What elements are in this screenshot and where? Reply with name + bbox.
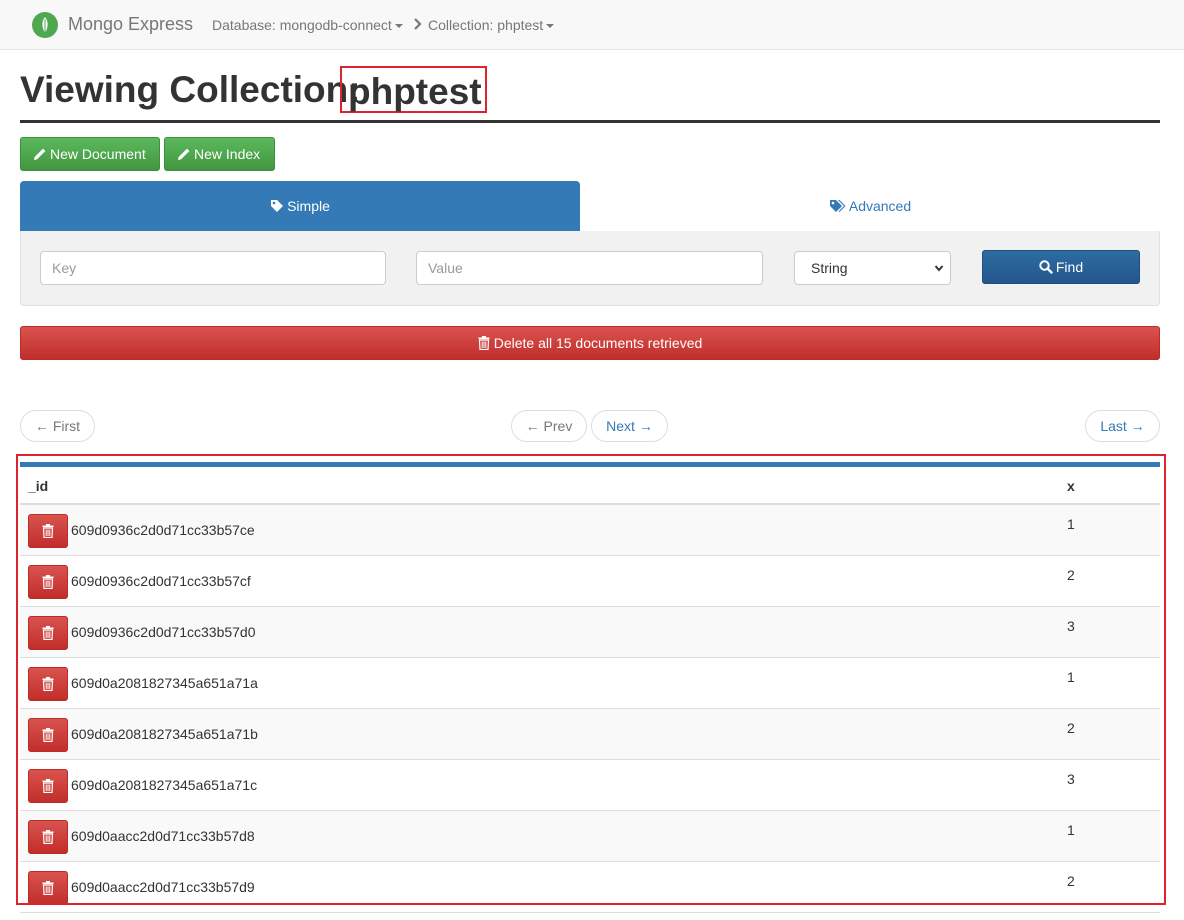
- documents-table: _id x 609d0936c2d0d71cc33b57ce 1 609d0936c…: [20, 462, 1160, 920]
- new-index-button[interactable]: New Index: [164, 137, 275, 171]
- trash-icon: [42, 677, 54, 691]
- delete-document-button[interactable]: [28, 667, 68, 701]
- chevron-down-icon: [934, 265, 944, 272]
- collection-name-highlighted: phptest: [340, 66, 487, 113]
- document-x-value: 2: [1067, 873, 1075, 889]
- trash-icon: [42, 779, 54, 793]
- pager-next[interactable]: Next →: [591, 410, 668, 442]
- column-header-id[interactable]: _id: [28, 478, 48, 494]
- trash-icon: [42, 830, 54, 844]
- type-select[interactable]: String: [794, 251, 951, 285]
- delete-all-label: Delete all 15 documents retrieved: [493, 335, 703, 351]
- delete-document-button[interactable]: [28, 871, 68, 905]
- new-document-button[interactable]: New Document: [20, 137, 160, 171]
- type-select-value: String: [811, 260, 848, 276]
- new-document-label: New Document: [50, 146, 146, 162]
- collection-dropdown[interactable]: Collection: phptest: [428, 17, 555, 33]
- pencil-icon: [178, 148, 190, 160]
- tag-icon: [271, 200, 284, 212]
- document-id[interactable]: 609d0aacc2d0d71cc33b57d9: [71, 879, 255, 895]
- trash-icon: [42, 626, 54, 640]
- delete-document-button[interactable]: [28, 565, 68, 599]
- tab-advanced-label: Advanced: [848, 198, 912, 214]
- trash-icon: [42, 728, 54, 742]
- document-x-value: 1: [1067, 669, 1075, 685]
- delete-document-button[interactable]: [28, 718, 68, 752]
- table-row[interactable]: 609d0aacc2d0d71cc33b57d8 1: [20, 811, 1160, 862]
- table-row[interactable]: 609d0a2081827345a651a71b 2: [20, 709, 1160, 760]
- navbar: Mongo Express Database: mongodb-connect …: [0, 0, 1184, 50]
- table-row[interactable]: 609d0936c2d0d71cc33b57cf 2: [20, 556, 1160, 607]
- document-id[interactable]: 609d0a2081827345a651a71a: [71, 675, 258, 691]
- delete-document-button[interactable]: [28, 514, 68, 548]
- document-x-value: 1: [1067, 516, 1075, 532]
- page-header: Viewing Collection: phptest: [20, 66, 1160, 123]
- document-x-value: 3: [1067, 771, 1075, 787]
- pager-last[interactable]: Last →: [1085, 410, 1160, 442]
- table-row[interactable]: 609d0a2081827345a651a71c 3: [20, 760, 1160, 811]
- table-row[interactable]: 609d0936c2d0d71cc33b57d0 3: [20, 607, 1160, 658]
- chevron-right-icon: [414, 18, 422, 30]
- document-id[interactable]: 609d0aacc2d0d71cc33b57d8: [71, 828, 255, 844]
- trash-icon: [42, 575, 54, 589]
- tab-simple[interactable]: Simple: [20, 181, 580, 231]
- trash-icon: [42, 881, 54, 895]
- delete-document-button[interactable]: [28, 820, 68, 854]
- table-top-border: [20, 462, 1160, 467]
- value-input[interactable]: [416, 251, 763, 285]
- pencil-icon: [34, 148, 46, 160]
- delete-document-button[interactable]: [28, 616, 68, 650]
- search-icon: [1039, 260, 1053, 274]
- document-x-value: 2: [1067, 567, 1075, 583]
- simple-search-panel: String Find: [20, 231, 1160, 306]
- tags-icon: [829, 200, 846, 212]
- document-id[interactable]: 609d0a2081827345a651a71c: [71, 777, 257, 793]
- tab-advanced[interactable]: Advanced: [580, 181, 1160, 231]
- document-x-value: 2: [1067, 720, 1075, 736]
- table-row[interactable]: 609d0936c2d0d71cc33b57ce 1: [20, 505, 1160, 556]
- database-dropdown[interactable]: Database: mongodb-connect: [212, 17, 403, 33]
- document-id[interactable]: 609d0936c2d0d71cc33b57d0: [71, 624, 256, 640]
- document-id[interactable]: 609d0a2081827345a651a71b: [71, 726, 258, 742]
- delete-document-button[interactable]: [28, 769, 68, 803]
- delete-all-button[interactable]: Delete all 15 documents retrieved: [20, 326, 1160, 360]
- pager-prev[interactable]: ← Prev: [511, 410, 587, 442]
- trash-icon: [42, 524, 54, 538]
- document-id[interactable]: 609d0936c2d0d71cc33b57ce: [71, 522, 255, 538]
- trash-icon: [478, 336, 490, 351]
- find-button[interactable]: Find: [982, 250, 1140, 284]
- tab-simple-label: Simple: [287, 198, 330, 214]
- table-row[interactable]: 609d0aacc2d0d71cc33b57d9 2: [20, 862, 1160, 913]
- collection-dropdown-label: Collection: phptest: [428, 17, 544, 33]
- table-row[interactable]: 609d0a2081827345a651a71a 1: [20, 658, 1160, 709]
- column-header-x[interactable]: x: [1067, 478, 1075, 494]
- database-dropdown-label: Database: mongodb-connect: [212, 17, 392, 33]
- page-title: Viewing Collection:: [20, 69, 361, 110]
- pager-first[interactable]: ← First: [20, 410, 95, 442]
- caret-down-icon: [546, 24, 555, 29]
- key-input[interactable]: [40, 251, 386, 285]
- document-x-value: 1: [1067, 822, 1075, 838]
- find-label: Find: [1055, 259, 1084, 275]
- document-x-value: 3: [1067, 618, 1075, 634]
- mongodb-leaf-icon[interactable]: [32, 12, 58, 38]
- document-id[interactable]: 609d0936c2d0d71cc33b57cf: [71, 573, 251, 589]
- brand-title[interactable]: Mongo Express: [68, 14, 193, 35]
- caret-down-icon: [394, 24, 403, 29]
- new-index-label: New Index: [194, 146, 261, 162]
